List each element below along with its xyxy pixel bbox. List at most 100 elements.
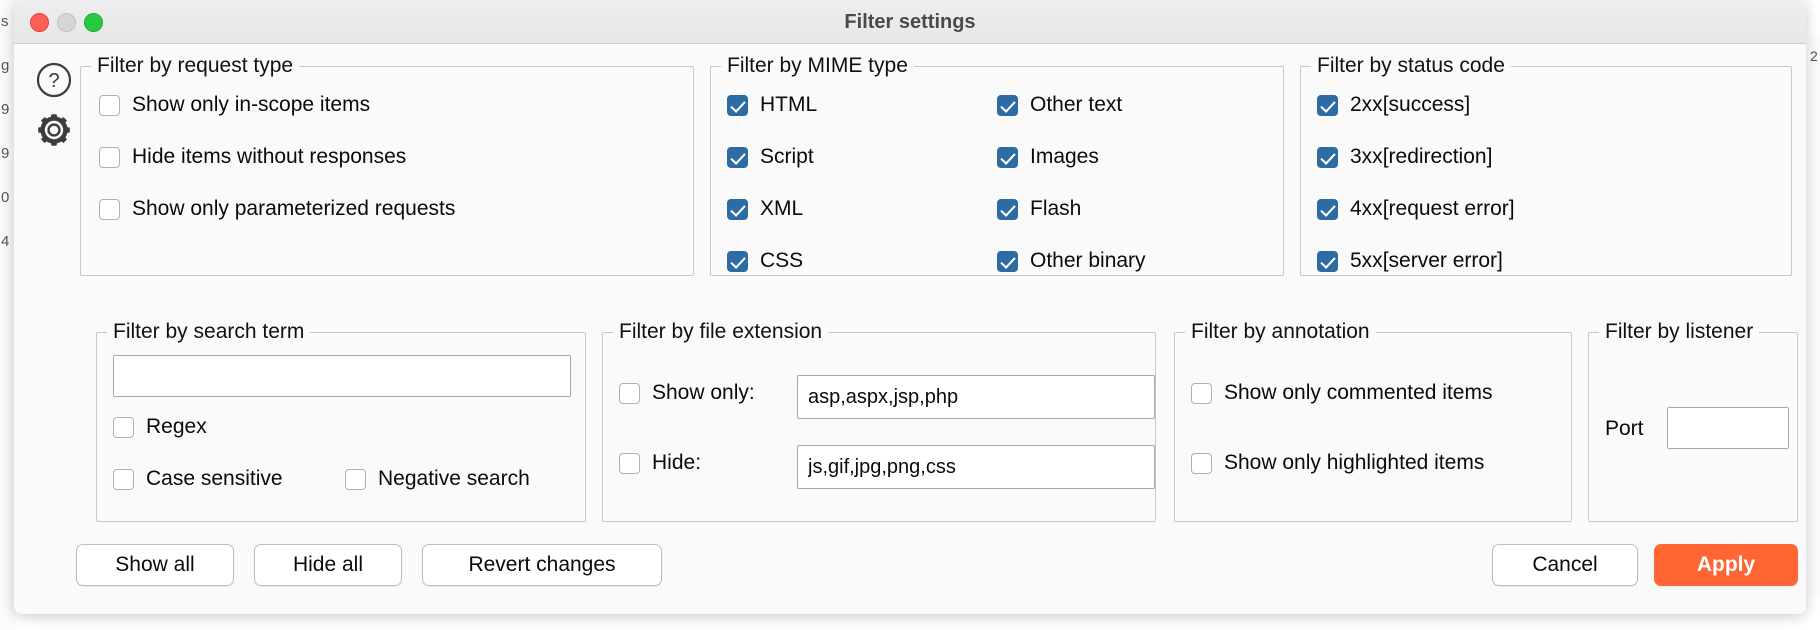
group-filter-by-request-type: Filter by request type Show only in-scop… [80, 54, 694, 276]
label-css: CSS [760, 249, 804, 272]
checkbox-flash[interactable] [997, 198, 1018, 220]
group-filter-by-annotation: Filter by annotation Show only commented… [1174, 320, 1572, 522]
show-all-button[interactable]: Show all [76, 544, 234, 586]
filter-settings-window: Filter settings ? Filter by request type… [14, 0, 1806, 614]
checkbox-hide-items-without-responses[interactable] [99, 146, 120, 168]
label-show-only-commented-items: Show only commented items [1224, 381, 1493, 404]
checkbox-negative-search[interactable] [345, 468, 366, 490]
checkbox-row-other-binary[interactable]: Other binary [997, 249, 1146, 273]
legend-status-code: Filter by status code [1311, 54, 1511, 78]
group-filter-by-status-code: Filter by status code 2xx [success] 3xx … [1300, 54, 1792, 276]
label-hide-extensions: Hide: [652, 451, 702, 474]
label-4xx-desc: [request error] [1382, 197, 1515, 220]
checkbox-css[interactable] [727, 250, 748, 272]
checkbox-row-other-text[interactable]: Other text [997, 93, 1122, 117]
checkbox-regex[interactable] [113, 416, 134, 438]
checkbox-html[interactable] [727, 94, 748, 116]
cancel-button[interactable]: Cancel [1492, 544, 1638, 586]
checkbox-row-3xx[interactable]: 3xx [redirection] [1317, 145, 1492, 169]
label-other-text: Other text [1030, 93, 1123, 116]
checkbox-row-xml[interactable]: XML [727, 197, 803, 221]
checkbox-row-4xx[interactable]: 4xx [request error] [1317, 197, 1515, 221]
legend-file-extension: Filter by file extension [613, 320, 829, 344]
label-flash: Flash [1030, 197, 1082, 220]
desktop-background: s g 9 9 0 4 2 Filter settings ? Filter b… [0, 0, 1820, 630]
label-4xx-code: 4xx [1350, 197, 1383, 220]
dialog-body: ? Filter by request type Show only in-sc… [14, 44, 1806, 614]
legend-listener: Filter by listener [1599, 320, 1760, 344]
label-other-binary: Other binary [1030, 249, 1146, 272]
checkbox-row-5xx[interactable]: 5xx [server error] [1317, 249, 1503, 273]
group-filter-by-listener: Filter by listener Port [1588, 320, 1798, 522]
checkbox-show-only-extensions[interactable] [619, 382, 640, 404]
icon-rail: ? [24, 60, 84, 160]
label-5xx-code: 5xx [1350, 249, 1383, 272]
label-images: Images [1030, 145, 1099, 168]
checkbox-row-in-scope[interactable]: Show only in-scope items [99, 93, 370, 117]
checkbox-show-only-highlighted-items[interactable] [1191, 452, 1212, 474]
label-html: HTML [760, 93, 818, 116]
checkbox-row-flash[interactable]: Flash [997, 197, 1081, 221]
checkbox-hide-extensions[interactable] [619, 452, 640, 474]
checkbox-row-script[interactable]: Script [727, 145, 814, 169]
checkbox-other-text[interactable] [997, 94, 1018, 116]
checkbox-images[interactable] [997, 146, 1018, 168]
checkbox-case-sensitive[interactable] [113, 468, 134, 490]
checkbox-row-show-only-extensions[interactable]: Show only: [619, 381, 755, 405]
show-only-extensions-input[interactable] [797, 375, 1155, 419]
checkbox-row-css[interactable]: CSS [727, 249, 803, 273]
label-hide-items-without-responses: Hide items without responses [132, 145, 407, 168]
checkbox-row-parameterized[interactable]: Show only parameterized requests [99, 197, 455, 221]
legend-mime-type: Filter by MIME type [721, 54, 914, 78]
listener-port-input[interactable] [1667, 407, 1789, 449]
bg-right-text-0: 2 [1810, 48, 1818, 64]
hide-extensions-input[interactable] [797, 445, 1155, 489]
label-5xx-desc: [server error] [1382, 249, 1503, 272]
window-title: Filter settings [844, 11, 976, 33]
label-3xx-desc: [redirection] [1382, 145, 1493, 168]
checkbox-other-binary[interactable] [997, 250, 1018, 272]
checkbox-row-highlighted-items[interactable]: Show only highlighted items [1191, 451, 1484, 475]
label-2xx-code: 2xx [1350, 93, 1383, 116]
help-circle-icon[interactable]: ? [34, 60, 74, 100]
checkbox-3xx[interactable] [1317, 146, 1338, 168]
svg-text:?: ? [48, 70, 59, 92]
label-show-only-highlighted-items: Show only highlighted items [1224, 451, 1485, 474]
label-negative-search: Negative search [378, 467, 530, 490]
legend-annotation: Filter by annotation [1185, 320, 1376, 344]
label-case-sensitive: Case sensitive [146, 467, 283, 490]
checkbox-row-2xx[interactable]: 2xx [success] [1317, 93, 1470, 117]
checkbox-5xx[interactable] [1317, 250, 1338, 272]
checkbox-row-commented-items[interactable]: Show only commented items [1191, 381, 1492, 405]
label-regex: Regex [146, 415, 207, 438]
checkbox-show-only-commented-items[interactable] [1191, 382, 1212, 404]
checkbox-script[interactable] [727, 146, 748, 168]
checkbox-row-hide-without-responses[interactable]: Hide items without responses [99, 145, 406, 169]
legend-request-type: Filter by request type [91, 54, 300, 78]
label-script: Script [760, 145, 814, 168]
gear-icon[interactable] [34, 110, 74, 150]
label-3xx-code: 3xx [1350, 145, 1383, 168]
label-port: Port [1605, 417, 1644, 440]
apply-button[interactable]: Apply [1654, 544, 1798, 586]
checkbox-show-only-in-scope-items[interactable] [99, 94, 120, 116]
label-show-only-in-scope-items: Show only in-scope items [132, 93, 371, 116]
legend-search-term: Filter by search term [107, 320, 311, 344]
hide-all-button[interactable]: Hide all [254, 544, 402, 586]
checkbox-row-html[interactable]: HTML [727, 93, 817, 117]
group-filter-by-mime-type: Filter by MIME type HTML Script XML CSS [710, 54, 1284, 276]
checkbox-row-negative-search[interactable]: Negative search [345, 467, 530, 491]
background-window-right-strip: 2 [1810, 36, 1820, 596]
checkbox-4xx[interactable] [1317, 198, 1338, 220]
label-show-only-parameterized-requests: Show only parameterized requests [132, 197, 456, 220]
checkbox-row-case-sensitive[interactable]: Case sensitive [113, 467, 283, 491]
label-2xx-desc: [success] [1382, 93, 1471, 116]
checkbox-2xx[interactable] [1317, 94, 1338, 116]
checkbox-row-images[interactable]: Images [997, 145, 1099, 169]
checkbox-row-hide-extensions[interactable]: Hide: [619, 451, 701, 475]
checkbox-show-only-parameterized-requests[interactable] [99, 198, 120, 220]
revert-changes-button[interactable]: Revert changes [422, 544, 662, 586]
checkbox-xml[interactable] [727, 198, 748, 220]
search-term-input[interactable] [113, 355, 571, 397]
checkbox-row-regex[interactable]: Regex [113, 415, 207, 439]
